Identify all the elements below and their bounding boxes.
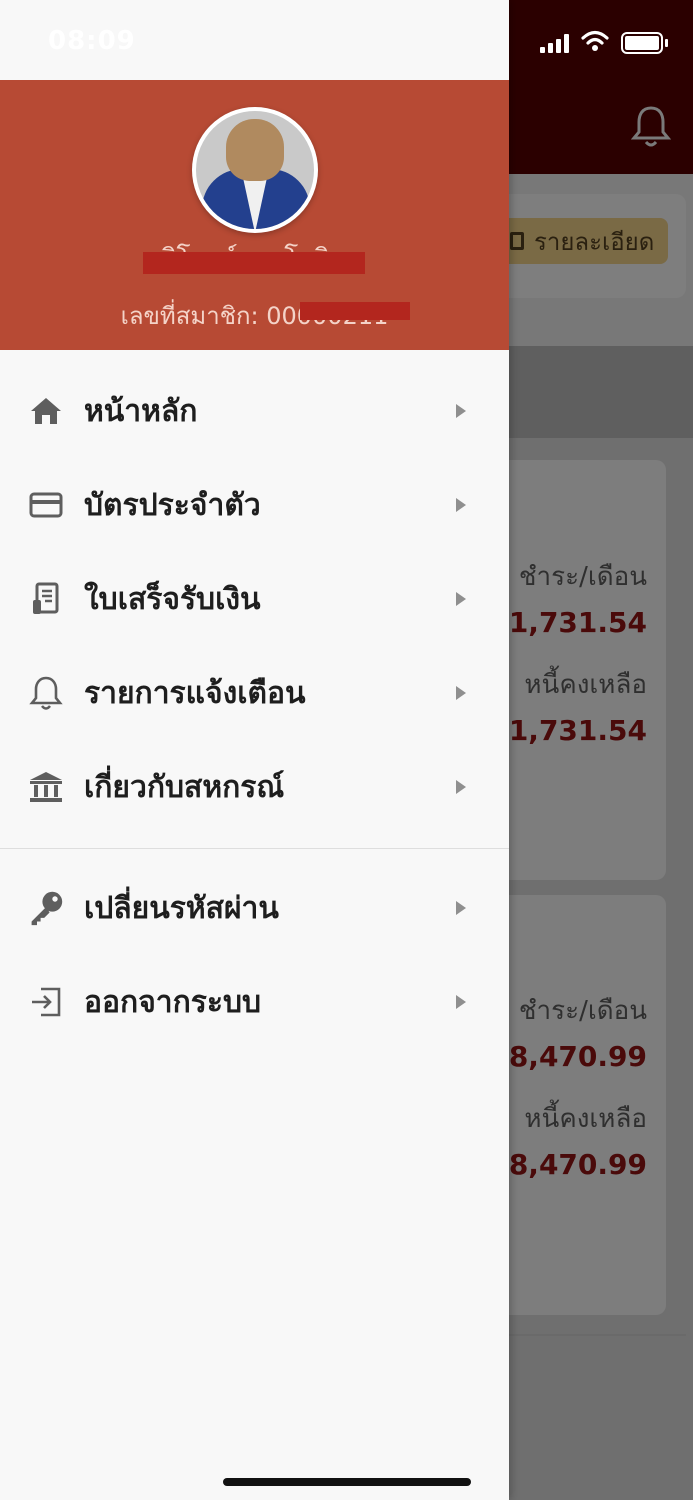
chevron-right-icon: [456, 901, 466, 915]
menu-item-about[interactable]: เกี่ยวกับสหกรณ์: [0, 740, 509, 834]
menu-item-label: หน้าหลัก: [84, 393, 198, 429]
receipt-icon: [28, 581, 64, 617]
chevron-right-icon: [456, 780, 466, 794]
monthly-payment-label: ชำระ/เดือน: [518, 996, 647, 1026]
remaining-debt-value: 91,731.54: [489, 714, 647, 747]
menu-item-notifications[interactable]: รายการแจ้งเตือน: [0, 646, 509, 740]
menu-item-receipt[interactable]: ใบเสร็จรับเงิน: [0, 552, 509, 646]
calendar-icon: [510, 232, 524, 250]
member-number-label: เลขที่สมาชิก: 00: [120, 302, 297, 330]
bell-icon: [28, 675, 64, 711]
monthly-payment-value: 58,470.99: [489, 1040, 647, 1073]
avatar-image: [196, 111, 314, 229]
monthly-payment-label: ชำระ/เดือน: [518, 562, 647, 592]
chevron-right-icon: [456, 404, 466, 418]
avatar[interactable]: [192, 107, 318, 233]
menu-item-label: บัตรประจำตัว: [84, 487, 261, 523]
remaining-debt-label: หนี้คงเหลือ: [524, 670, 647, 700]
notification-bell-icon[interactable]: [630, 104, 672, 150]
menu-item-label: ใบเสร็จรับเงิน: [84, 581, 261, 617]
menu-item-label: เกี่ยวกับสหกรณ์: [84, 769, 285, 805]
monthly-payment-value: 91,731.54: [489, 606, 647, 639]
key-icon: [28, 890, 64, 926]
navigation-drawer: วิโรจน์ บุญโยธิน เลขที่สมาชิก: 00000211 …: [0, 0, 509, 1500]
status-bar: 08:09: [0, 0, 693, 80]
menu-item-id-card[interactable]: บัตรประจำตัว: [0, 458, 509, 552]
home-indicator: [223, 1478, 471, 1486]
menu-item-home[interactable]: หน้าหลัก: [0, 364, 509, 458]
detail-button-label: รายละเอียด: [534, 227, 655, 256]
bank-icon: [28, 769, 64, 805]
status-time: 08:09: [48, 26, 136, 56]
chevron-right-icon: [456, 592, 466, 606]
redaction-bar: [143, 252, 365, 274]
card-icon: [28, 487, 64, 523]
member-number: เลขที่สมาชิก: 00000211: [0, 296, 509, 335]
menu-item-label: ออกจากระบบ: [84, 984, 262, 1020]
menu-divider: [0, 848, 509, 849]
battery-icon: [621, 32, 668, 54]
wifi-icon: [581, 30, 609, 56]
remaining-debt-value: 58,470.99: [489, 1148, 647, 1181]
redaction-bar: [300, 302, 410, 320]
menu-item-label: รายการแจ้งเตือน: [84, 675, 306, 711]
remaining-debt-label: หนี้คงเหลือ: [524, 1104, 647, 1134]
logout-icon: [28, 984, 64, 1020]
menu-item-label: เปลี่ยนรหัสผ่าน: [84, 890, 279, 926]
home-icon: [28, 393, 64, 429]
status-icons: [540, 30, 668, 56]
chevron-right-icon: [456, 498, 466, 512]
drawer-menu: หน้าหลัก บัตรประจำตัว ใบเสร็จรับเงิน ราย…: [0, 350, 509, 1049]
menu-item-logout[interactable]: ออกจากระบบ: [0, 955, 509, 1049]
menu-item-change-password[interactable]: เปลี่ยนรหัสผ่าน: [0, 861, 509, 955]
chevron-right-icon: [456, 995, 466, 1009]
signal-icon: [540, 33, 569, 53]
detail-button[interactable]: รายละเอียด: [500, 218, 668, 264]
chevron-right-icon: [456, 686, 466, 700]
profile-header: วิโรจน์ บุญโยธิน เลขที่สมาชิก: 00000211: [0, 80, 509, 350]
